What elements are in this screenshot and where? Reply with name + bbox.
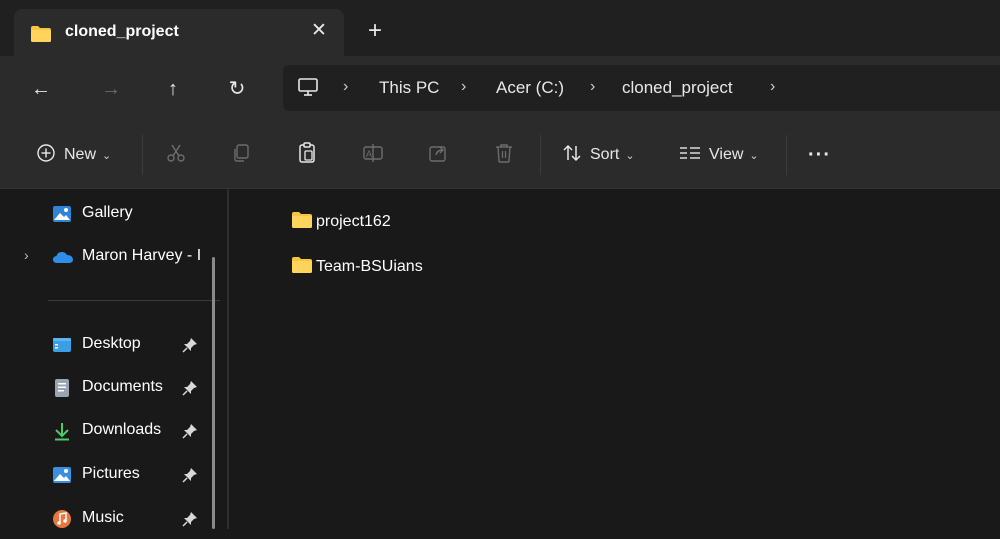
- delete-button[interactable]: [494, 122, 514, 188]
- scissors-icon: [165, 142, 187, 169]
- chevron-down-icon: ⌄: [749, 149, 759, 162]
- desktop-folder-icon: [52, 335, 72, 355]
- copy-icon: [231, 143, 251, 168]
- view-lines-icon: [679, 144, 701, 167]
- toolbar-divider: [142, 135, 143, 175]
- folder-icon: [30, 25, 52, 48]
- computer-icon: [297, 77, 319, 102]
- sidebar-item-pictures[interactable]: Pictures: [0, 455, 226, 495]
- folder-item-team-bsuians[interactable]: Team-BSUians: [291, 254, 423, 280]
- gallery-icon: [52, 204, 72, 224]
- breadcrumb-separator[interactable]: ›: [343, 78, 348, 96]
- sidebar-item-label: Downloads: [82, 421, 162, 438]
- paste-button[interactable]: [297, 122, 317, 188]
- share-button[interactable]: [428, 122, 448, 188]
- sort-button[interactable]: Sort ⌄: [562, 122, 635, 188]
- up-button[interactable]: ↑: [156, 72, 190, 106]
- sidebar-item-label: Documents: [82, 378, 163, 395]
- more-options-button[interactable]: ···: [808, 122, 831, 188]
- sort-arrows-icon: [562, 143, 582, 168]
- sidebar-item-documents[interactable]: Documents: [0, 368, 226, 408]
- new-label: New: [64, 146, 97, 163]
- navigation-pane: Gallery › Maron Harvey - I Desktop Docum…: [0, 189, 226, 529]
- sort-label: Sort: [590, 146, 620, 163]
- sidebar-item-downloads[interactable]: Downloads: [0, 411, 226, 451]
- view-button[interactable]: View ⌄: [679, 122, 759, 188]
- chevron-down-icon: ⌄: [625, 149, 635, 162]
- sidebar-item-label: Desktop: [82, 335, 141, 352]
- close-tab-icon[interactable]: ✕: [306, 18, 332, 44]
- sidebar-item-label: Pictures: [82, 465, 140, 482]
- rename-icon: A: [362, 143, 384, 168]
- svg-text:A: A: [366, 149, 372, 159]
- download-arrow-icon: [52, 421, 72, 441]
- sidebar-divider: [48, 300, 220, 301]
- chevron-down-icon: ⌄: [102, 149, 112, 162]
- cut-button[interactable]: [165, 122, 187, 188]
- title-bar: cloned_project ✕ +: [0, 0, 1000, 56]
- sidebar-item-gallery[interactable]: Gallery: [0, 194, 226, 234]
- rename-button[interactable]: A: [362, 122, 384, 188]
- pin-icon[interactable]: [182, 423, 198, 444]
- copy-button[interactable]: [231, 122, 251, 188]
- clipboard-icon: [297, 141, 317, 169]
- back-button[interactable]: ←: [24, 72, 58, 106]
- breadcrumb-separator[interactable]: ›: [770, 78, 775, 96]
- toolbar-divider: [540, 135, 541, 175]
- breadcrumb-separator[interactable]: ›: [461, 78, 466, 96]
- folder-icon: [291, 211, 313, 234]
- documents-icon: [52, 378, 72, 398]
- trash-icon: [494, 142, 514, 169]
- navigation-bar: ← → ↑ ↻ › This PC › Acer (C:) › cloned_p…: [0, 56, 1000, 122]
- sidebar-item-label: Music: [82, 509, 124, 526]
- tab-cloned-project[interactable]: cloned_project ✕: [14, 9, 344, 56]
- chevron-right-icon[interactable]: ›: [24, 247, 29, 263]
- tab-title: cloned_project: [65, 23, 179, 40]
- toolbar-divider: [786, 135, 787, 175]
- sidebar-item-desktop[interactable]: Desktop: [0, 325, 226, 365]
- new-button[interactable]: New ⌄: [36, 122, 111, 188]
- folder-item-project162[interactable]: project162: [291, 209, 391, 235]
- breadcrumb-this-pc[interactable]: This PC: [379, 78, 439, 98]
- breadcrumb-cloned-project[interactable]: cloned_project: [622, 78, 733, 98]
- pin-icon[interactable]: [182, 337, 198, 358]
- folder-name: Team-BSUians: [316, 258, 423, 275]
- folder-icon: [291, 256, 313, 279]
- view-label: View: [709, 146, 744, 163]
- sidebar-item-onedrive[interactable]: › Maron Harvey - I: [0, 237, 226, 277]
- sidebar-item-label: Maron Harvey - I: [82, 247, 202, 264]
- pictures-icon: [52, 465, 72, 485]
- refresh-button[interactable]: ↻: [220, 72, 254, 106]
- sidebar-item-label: Gallery: [82, 204, 133, 221]
- new-tab-button[interactable]: +: [362, 18, 388, 44]
- folder-name: project162: [316, 213, 391, 230]
- sidebar-scrollbar[interactable]: [212, 257, 215, 529]
- forward-button[interactable]: →: [94, 72, 128, 106]
- share-icon: [428, 143, 448, 168]
- file-list: project162 Team-BSUians: [229, 189, 1000, 529]
- plus-circle-icon: [36, 143, 56, 168]
- onedrive-cloud-icon: [52, 247, 73, 267]
- command-bar: New ⌄ A Sort ⌄ View ⌄ ···: [0, 122, 1000, 189]
- pin-icon[interactable]: [182, 467, 198, 488]
- sidebar-item-music[interactable]: Music: [0, 499, 226, 539]
- breadcrumb-separator[interactable]: ›: [590, 78, 595, 96]
- pin-icon[interactable]: [182, 380, 198, 401]
- music-icon: [52, 509, 72, 529]
- address-bar[interactable]: › This PC › Acer (C:) › cloned_project ›: [283, 65, 1000, 111]
- breadcrumb-acer-c[interactable]: Acer (C:): [496, 78, 564, 98]
